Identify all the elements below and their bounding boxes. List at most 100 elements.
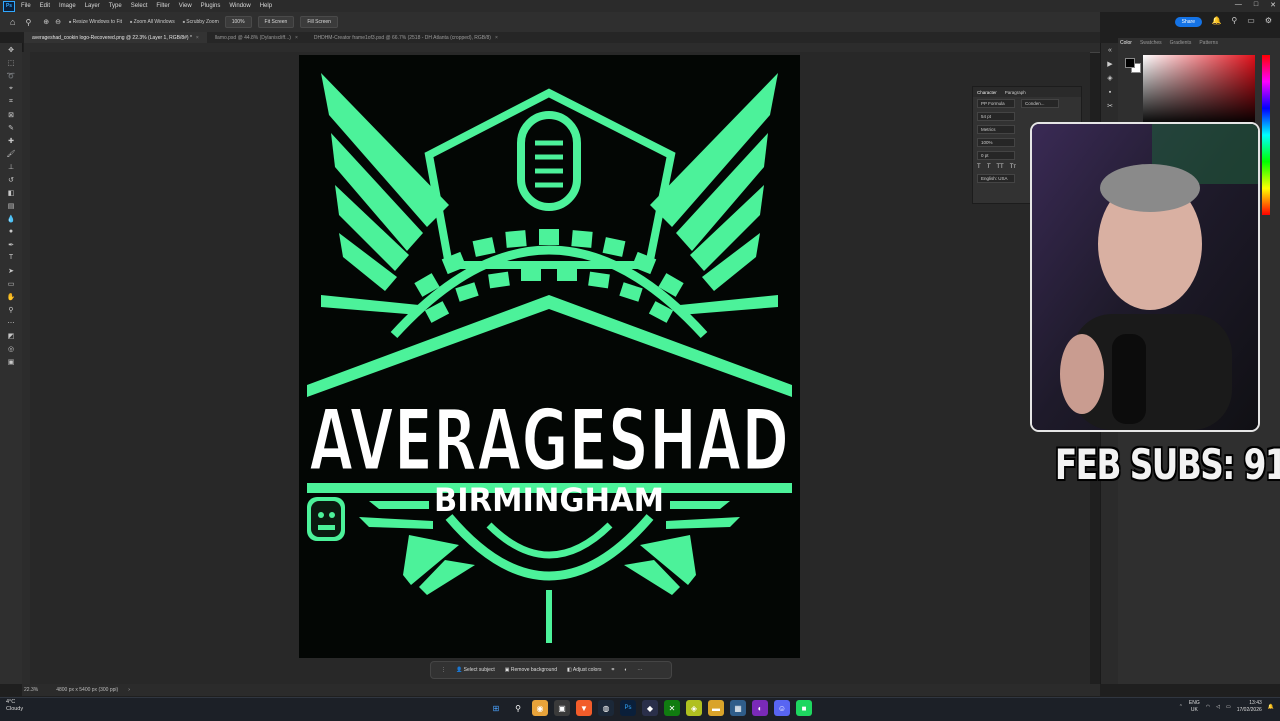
color-swatches-icon[interactable]: ◩ [0, 329, 22, 342]
dodge-tool-icon[interactable]: ● [0, 225, 22, 238]
document-canvas[interactable]: AVERAGESHAD BIRMINGHAM [299, 55, 800, 658]
close-button[interactable]: ✕ [1270, 1, 1276, 9]
volume-icon[interactable]: ◁ [1216, 704, 1220, 710]
comments-icon[interactable]: ▪ [1101, 85, 1119, 99]
zoom-all-windows-checkbox[interactable]: Zoom All Windows [130, 19, 175, 25]
stamp-tool-icon[interactable]: ⊥ [0, 160, 22, 173]
brave-icon[interactable]: ▼ [576, 700, 592, 716]
chrome-icon[interactable]: ◉ [532, 700, 548, 716]
frame-tool-icon[interactable]: ⊠ [0, 108, 22, 121]
tab-color[interactable]: Color [1120, 40, 1132, 46]
tab-paragraph[interactable]: Paragraph [1005, 90, 1026, 95]
maximize-button[interactable]: □ [1254, 1, 1258, 9]
zoom-100-button[interactable]: 100% [224, 16, 252, 28]
scrubby-zoom-checkbox[interactable]: Scrubby Zoom [183, 19, 219, 25]
font-size-field[interactable]: 54 pt [977, 112, 1015, 121]
app-icon[interactable]: ◈ [686, 700, 702, 716]
menu-filter[interactable]: Filter [156, 3, 169, 9]
bold-icon[interactable]: T [977, 164, 981, 170]
app-icon[interactable]: ■ [796, 700, 812, 716]
vertical-scale-field[interactable]: 100% [977, 138, 1015, 147]
tab-patterns[interactable]: Patterns [1199, 40, 1218, 46]
menu-file[interactable]: File [21, 3, 31, 9]
notifications-icon[interactable]: 🔔 [1211, 16, 1221, 25]
pen-tool-icon[interactable]: ✒ [0, 238, 22, 251]
tab-llamo[interactable]: llamo.psd @ 44.8% (Dylaniscliff...) × [207, 32, 306, 43]
zoom-tool-icon[interactable]: ⚲ [25, 18, 31, 27]
app-icon[interactable]: ▦ [730, 700, 746, 716]
tab-averageshad-logo[interactable]: averageshad_cookin logo-Recovered.png @ … [24, 32, 207, 43]
more-tools-icon[interactable]: ⋯ [0, 316, 22, 329]
chevron-right-icon[interactable]: › [128, 687, 130, 693]
screen-mode-icon[interactable]: ▣ [0, 355, 22, 368]
type-tool-icon[interactable]: T [0, 251, 22, 264]
menu-image[interactable]: Image [59, 3, 76, 9]
move-tool-icon[interactable]: ✥ [0, 43, 22, 56]
notification-bell-icon[interactable]: 🔔 [1268, 704, 1274, 710]
app-icon[interactable]: ◆ [642, 700, 658, 716]
tab-character[interactable]: Character [977, 90, 997, 95]
eyedropper-tool-icon[interactable]: ✎ [0, 121, 22, 134]
home-icon[interactable]: ⌂ [10, 17, 15, 27]
menu-edit[interactable]: Edit [40, 3, 50, 9]
smallcaps-icon[interactable]: Tт [1010, 164, 1016, 170]
color-picker-field[interactable] [1143, 55, 1255, 125]
language-select[interactable]: English: USA [977, 174, 1015, 183]
crop-tool-icon[interactable]: ⌗ [0, 95, 22, 108]
tab-dhdhm-creator-frame[interactable]: DHDHM-Creator frame1of3.psd @ 66.7% (251… [306, 32, 506, 43]
foreground-color-swatch[interactable] [1125, 58, 1135, 68]
app-icon[interactable]: ◐ [752, 700, 768, 716]
gradient-tool-icon[interactable]: ▤ [0, 199, 22, 212]
discord-icon[interactable]: ☺ [774, 700, 790, 716]
font-family-select[interactable]: PP Formula [977, 99, 1015, 108]
menu-layer[interactable]: Layer [85, 3, 100, 9]
menu-type[interactable]: Type [109, 3, 122, 9]
drag-handle-icon[interactable]: ⋮ [441, 667, 446, 673]
fill-screen-button[interactable]: Fill Screen [300, 16, 338, 28]
close-icon[interactable]: × [196, 35, 199, 41]
adjust-colors-button[interactable]: ◧ Adjust colors [567, 667, 601, 673]
battery-icon[interactable]: ▭ [1226, 704, 1231, 710]
close-icon[interactable]: × [295, 35, 298, 41]
history-brush-icon[interactable]: ↺ [0, 173, 22, 186]
tab-swatches[interactable]: Swatches [1140, 40, 1162, 46]
eraser-tool-icon[interactable]: ◧ [0, 186, 22, 199]
italic-icon[interactable]: T [987, 164, 991, 170]
app-icon[interactable]: ▣ [554, 700, 570, 716]
allcaps-icon[interactable]: TT [996, 164, 1003, 170]
blur-tool-icon[interactable]: 💧 [0, 212, 22, 225]
gear-icon[interactable]: ⚙ [1265, 16, 1272, 25]
quick-mask-icon[interactable]: ◎ [0, 342, 22, 355]
xbox-icon[interactable]: ✕ [664, 700, 680, 716]
transform-icon[interactable]: ⌗ [612, 667, 615, 673]
share-button[interactable]: Share [1174, 17, 1202, 27]
brush-tool-icon[interactable]: 🖌 [0, 147, 22, 160]
marquee-tool-icon[interactable]: ⬚ [0, 56, 22, 69]
menu-help[interactable]: Help [260, 3, 272, 9]
baseline-shift-field[interactable]: 0 pt [977, 151, 1015, 160]
hand-tool-icon[interactable]: ✋ [0, 290, 22, 303]
zoom-in-icon[interactable]: ⊕ [43, 18, 49, 26]
layers-icon[interactable]: ◈ [1101, 71, 1119, 85]
lasso-tool-icon[interactable]: ➰ [0, 69, 22, 82]
adjustments-icon[interactable]: ✂ [1101, 99, 1119, 113]
tab-gradients[interactable]: Gradients [1170, 40, 1192, 46]
remove-background-button[interactable]: ▣ Remove background [505, 667, 557, 673]
shape-tool-icon[interactable]: ▭ [0, 277, 22, 290]
zoom-tool-icon[interactable]: ⚲ [0, 303, 22, 316]
object-select-tool-icon[interactable]: ⌖ [0, 82, 22, 95]
folder-icon[interactable]: ▬ [708, 700, 724, 716]
menu-plugins[interactable]: Plugins [201, 3, 221, 9]
menu-view[interactable]: View [179, 3, 192, 9]
path-select-tool-icon[interactable]: ➤ [0, 264, 22, 277]
resize-windows-checkbox[interactable]: Resize Windows to Fit [69, 19, 122, 25]
zoom-level[interactable]: 22.3% [24, 687, 38, 693]
wifi-icon[interactable]: ◠ [1206, 704, 1210, 710]
kerning-select[interactable]: Metrics [977, 125, 1015, 134]
language-indicator[interactable]: ENG UK [1189, 700, 1200, 714]
select-subject-button[interactable]: 👤 Select subject [456, 667, 495, 673]
play-icon[interactable]: ▶ [1101, 57, 1119, 71]
fit-screen-button[interactable]: Fit Screen [257, 16, 295, 28]
workspace-icon[interactable]: ▭ [1247, 16, 1255, 25]
zoom-out-icon[interactable]: ⊖ [55, 18, 61, 26]
